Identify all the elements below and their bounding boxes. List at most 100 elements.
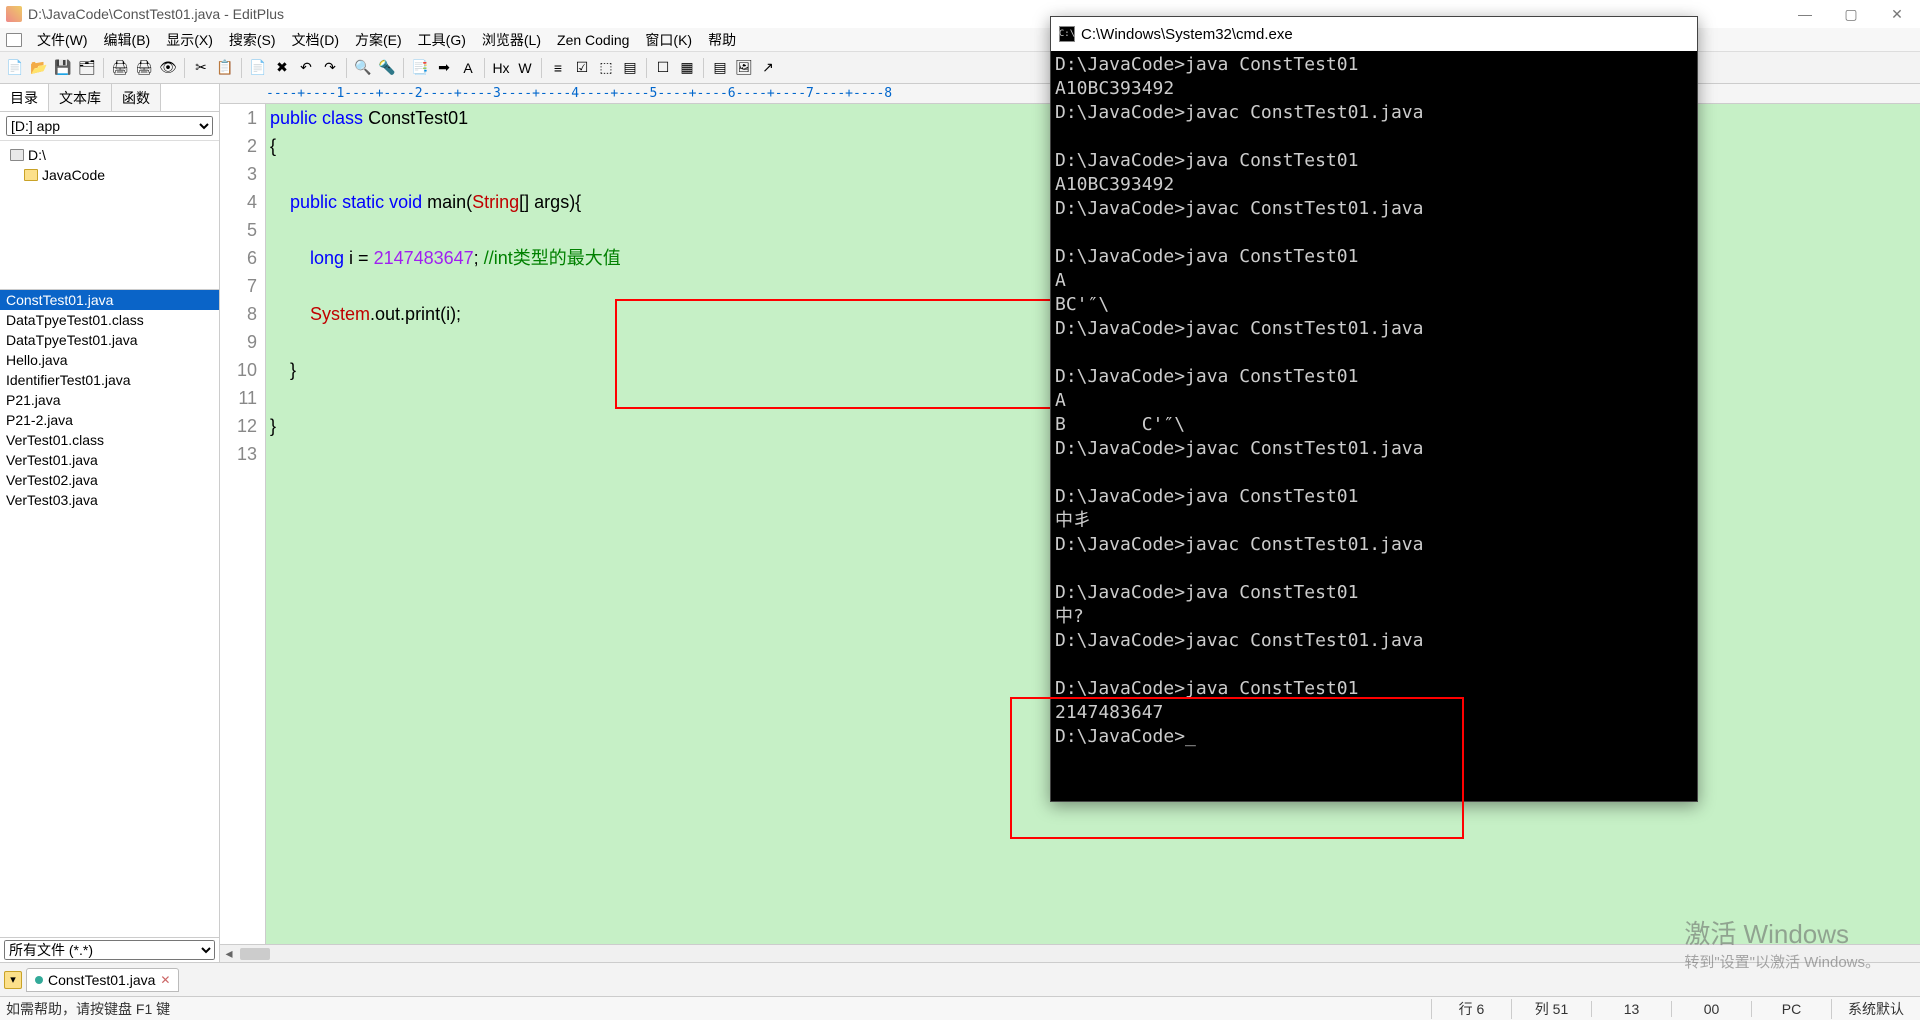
toolbar-separator — [703, 58, 704, 78]
toolbar-btn-6[interactable]: 👁 — [157, 57, 179, 79]
cmd-icon: C:\ — [1059, 26, 1075, 42]
file-item[interactable]: P21-2.java — [0, 410, 219, 430]
toolbar-btn-22[interactable]: ⬚ — [595, 57, 617, 79]
window-title: D:\JavaCode\ConstTest01.java - EditPlus — [28, 6, 284, 22]
status-help: 如需帮助，请按键盘 F1 键 — [0, 999, 1431, 1019]
file-item[interactable]: VerTest03.java — [0, 490, 219, 510]
toolbar-btn-11[interactable]: ↶ — [295, 57, 317, 79]
scroll-left-icon[interactable]: ◂ — [220, 945, 238, 962]
close-button[interactable]: ✕ — [1874, 0, 1920, 28]
folder-tree: D:\ JavaCode — [0, 141, 219, 189]
file-item[interactable]: Hello.java — [0, 350, 219, 370]
file-item[interactable]: VerTest01.java — [0, 450, 219, 470]
horizontal-scrollbar[interactable]: ◂ — [220, 944, 1920, 962]
app-icon — [6, 6, 22, 22]
code-content[interactable]: public class ConstTest01{ public static … — [266, 104, 621, 944]
toolbar-btn-27[interactable]: 🖼 — [733, 57, 755, 79]
cmd-title-bar[interactable]: C:\ C:\Windows\System32\cmd.exe — [1051, 17, 1697, 51]
menu-zencoding[interactable]: Zen Coding — [550, 30, 636, 50]
toolbar-btn-16[interactable]: ➡ — [433, 57, 455, 79]
file-item[interactable]: IdentifierTest01.java — [0, 370, 219, 390]
status-enc: 系统默认 — [1831, 999, 1920, 1019]
file-list: ConstTest01.javaDataTpyeTest01.classData… — [0, 289, 219, 937]
toolbar-btn-26[interactable]: ▤ — [709, 57, 731, 79]
file-item[interactable]: VerTest02.java — [0, 470, 219, 490]
toolbar-btn-17[interactable]: A — [457, 57, 479, 79]
toolbar-separator — [541, 58, 542, 78]
toolbar-btn-23[interactable]: ▤ — [619, 57, 641, 79]
status-mode: PC — [1751, 1001, 1831, 1017]
tab-dot-icon — [35, 976, 43, 984]
toolbar-btn-5[interactable]: 🖨 — [133, 57, 155, 79]
toolbar-separator — [403, 58, 404, 78]
toolbar-separator — [646, 58, 647, 78]
toolbar-btn-2[interactable]: 💾 — [52, 57, 74, 79]
tree-child[interactable]: JavaCode — [0, 165, 219, 185]
toolbar-btn-3[interactable]: 🗂 — [76, 57, 98, 79]
menu-browser[interactable]: 浏览器(L) — [475, 28, 548, 52]
file-item[interactable]: P21.java — [0, 390, 219, 410]
cmd-body[interactable]: D:\JavaCode>java ConstTest01 A10BC393492… — [1051, 51, 1697, 801]
menu-edit[interactable]: 编辑(B) — [97, 28, 158, 52]
toolbar-btn-10[interactable]: ✖ — [271, 57, 293, 79]
toolbar-btn-13[interactable]: 🔍 — [352, 57, 374, 79]
status-col: 列 51 — [1511, 999, 1591, 1019]
sidebar-tab-functions[interactable]: 函数 — [112, 84, 161, 111]
toolbar-btn-18[interactable]: Hx — [490, 57, 512, 79]
menu-view[interactable]: 显示(X) — [159, 28, 220, 52]
status-v2: 00 — [1671, 1001, 1751, 1017]
file-item[interactable]: DataTpyeTest01.class — [0, 310, 219, 330]
status-v1: 13 — [1591, 1001, 1671, 1017]
drive-icon — [10, 149, 24, 161]
menu-window[interactable]: 窗口(K) — [638, 28, 699, 52]
toolbar-btn-9[interactable]: 📄 — [247, 57, 269, 79]
sidebar-tab-directory[interactable]: 目录 — [0, 84, 49, 111]
maximize-button[interactable]: ▢ — [1828, 0, 1874, 28]
sidebar: 目录 文本库 函数 [D:] app D:\ JavaCode ConstTes… — [0, 84, 220, 962]
drive-select[interactable]: [D:] app — [6, 116, 213, 136]
toolbar-btn-8[interactable]: 📋 — [214, 57, 236, 79]
menu-project[interactable]: 方案(E) — [348, 28, 409, 52]
file-filter[interactable]: 所有文件 (*.*) — [0, 937, 219, 962]
toolbar-btn-12[interactable]: ↷ — [319, 57, 341, 79]
menu-search[interactable]: 搜索(S) — [222, 28, 283, 52]
toolbar-btn-1[interactable]: 📂 — [28, 57, 50, 79]
line-gutter: 12345678910111213 — [220, 104, 266, 944]
document-tabs: ▾ ConstTest01.java ✕ — [0, 962, 1920, 996]
menu-tools[interactable]: 工具(G) — [411, 28, 473, 52]
tab-close-icon[interactable]: ✕ — [160, 973, 170, 987]
minimize-button[interactable]: — — [1782, 0, 1828, 28]
file-item[interactable]: VerTest01.class — [0, 430, 219, 450]
toolbar-btn-19[interactable]: W — [514, 57, 536, 79]
status-line: 行 6 — [1431, 999, 1511, 1019]
window-controls: — ▢ ✕ — [1782, 0, 1920, 28]
docs-folder-icon[interactable]: ▾ — [4, 971, 22, 989]
sidebar-tab-cliptext[interactable]: 文本库 — [49, 84, 112, 111]
filter-select[interactable]: 所有文件 (*.*) — [4, 940, 215, 960]
menu-file[interactable]: 文件(W) — [30, 28, 95, 52]
tab-consttest01[interactable]: ConstTest01.java ✕ — [26, 968, 179, 992]
toolbar-separator — [241, 58, 242, 78]
cmd-window[interactable]: C:\ C:\Windows\System32\cmd.exe D:\JavaC… — [1050, 16, 1698, 802]
drive-combo[interactable]: [D:] app — [0, 112, 219, 141]
toolbar-btn-24[interactable]: ☐ — [652, 57, 674, 79]
tab-label: ConstTest01.java — [48, 972, 155, 988]
toolbar-btn-7[interactable]: ✂ — [190, 57, 212, 79]
toolbar-btn-0[interactable]: 📄 — [4, 57, 26, 79]
toolbar-btn-14[interactable]: 🔦 — [376, 57, 398, 79]
scroll-thumb[interactable] — [240, 948, 270, 960]
toolbar-separator — [484, 58, 485, 78]
toolbar-btn-4[interactable]: 🖨 — [109, 57, 131, 79]
toolbar-btn-25[interactable]: ▦ — [676, 57, 698, 79]
toolbar-btn-21[interactable]: ☑ — [571, 57, 593, 79]
toolbar-separator — [346, 58, 347, 78]
tree-root[interactable]: D:\ — [0, 145, 219, 165]
toolbar-btn-15[interactable]: 📑 — [409, 57, 431, 79]
menu-help[interactable]: 帮助 — [701, 28, 743, 52]
toolbar-btn-28[interactable]: ↗ — [757, 57, 779, 79]
cmd-title-text: C:\Windows\System32\cmd.exe — [1081, 26, 1293, 43]
file-item[interactable]: ConstTest01.java — [0, 290, 219, 310]
file-item[interactable]: DataTpyeTest01.java — [0, 330, 219, 350]
menu-document[interactable]: 文档(D) — [285, 28, 346, 52]
toolbar-btn-20[interactable]: ≡ — [547, 57, 569, 79]
